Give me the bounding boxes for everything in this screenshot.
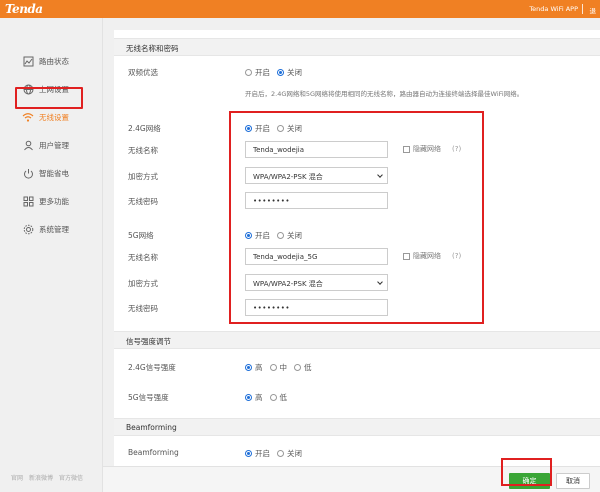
- band5-ssid-label: 无线名称: [128, 253, 158, 262]
- beamforming-radio-group: 开启 关闭: [245, 448, 306, 459]
- dual-band-hint: 开启后，2.4G网络和5G网络将使用相同的无线名称，路由器自动为连接终端选择最佳…: [245, 90, 524, 98]
- dual-band-label: 双频优选: [128, 68, 158, 77]
- band24-label: 2.4G网络: [128, 124, 161, 133]
- footer-link-weibo[interactable]: 新浪微博: [29, 473, 53, 482]
- highlight-box-wireless-settings: [229, 111, 484, 324]
- radio-label: 中: [279, 363, 288, 372]
- radio-label: 开启: [255, 68, 270, 77]
- radio-label: 高: [255, 393, 263, 402]
- band24-ssid-label: 无线名称: [128, 146, 158, 155]
- radio-label: 低: [304, 363, 312, 372]
- tenda-logo[interactable]: Tenda: [5, 2, 43, 16]
- signal24-mid-radio[interactable]: [269, 364, 277, 371]
- radio-label: 高: [255, 363, 263, 372]
- section-header-beamforming: Beamforming: [114, 418, 600, 436]
- radio-label: 低: [279, 393, 288, 402]
- sidebar-item-power-save[interactable]: 智能省电: [22, 165, 69, 181]
- signal5-high-radio[interactable]: [245, 394, 252, 401]
- sidebar-item-more[interactable]: 更多功能: [22, 193, 69, 209]
- sidebar-item-label: 智能省电: [39, 168, 69, 178]
- wifi-app-link[interactable]: Tenda WiFi APP: [529, 5, 578, 13]
- section-title: 信号强度调节: [126, 337, 171, 346]
- footer-link-wechat[interactable]: 官方微信: [59, 473, 83, 482]
- band5-label: 5G网络: [128, 231, 154, 240]
- signal5-low-radio[interactable]: [269, 394, 277, 401]
- sidebar-item-wireless[interactable]: 无线设置: [22, 109, 69, 125]
- band24-pwd-label: 无线密码: [128, 197, 158, 206]
- beamforming-label: Beamforming: [128, 448, 179, 457]
- dual-band-on-radio[interactable]: [245, 69, 252, 76]
- sidebar-item-label: 系统管理: [39, 224, 69, 234]
- dual-band-off-radio[interactable]: [277, 69, 284, 76]
- radio-label: 关闭: [287, 68, 302, 77]
- band24-enc-label: 加密方式: [128, 172, 158, 181]
- signal24-radio-group: 高 中 低: [245, 362, 316, 373]
- dual-band-radio-group: 开启 关闭: [245, 67, 306, 78]
- cancel-button[interactable]: 取消: [556, 473, 590, 489]
- section-header-signal: 信号强度调节: [114, 331, 600, 349]
- section-title: 无线名称和密码: [126, 44, 179, 53]
- footer-links: 官网 新浪微博 官方微信: [11, 473, 83, 482]
- sidebar-item-system[interactable]: 系统管理: [22, 221, 69, 237]
- radio-label: 开启: [255, 449, 270, 458]
- sidebar-item-users[interactable]: 用户管理: [22, 137, 69, 153]
- user-icon: [22, 139, 34, 151]
- grid-icon: [22, 195, 34, 207]
- footer-link-website[interactable]: 官网: [11, 473, 23, 482]
- band5-pwd-label: 无线密码: [128, 304, 158, 313]
- signal24-low-radio[interactable]: [294, 364, 301, 371]
- beamforming-off-radio[interactable]: [277, 450, 284, 457]
- signal5-radio-group: 高 低: [245, 392, 291, 403]
- section-title: Beamforming: [126, 423, 177, 432]
- sidebar-item-label: 更多功能: [39, 196, 69, 206]
- power-icon: [22, 167, 34, 179]
- highlight-box-wireless: [15, 87, 83, 109]
- logout-link[interactable]: 退: [590, 5, 597, 15]
- gear-icon: [22, 223, 34, 235]
- divider: [582, 4, 583, 14]
- sidebar-item-router-status[interactable]: 路由状态: [22, 53, 69, 69]
- top-bar: Tenda Tenda WiFi APP 退: [0, 0, 600, 18]
- chart-icon: [22, 55, 34, 67]
- wifi-icon: [22, 111, 34, 123]
- radio-label: 关闭: [287, 449, 302, 458]
- highlight-box-confirm: [501, 458, 552, 486]
- sidebar-item-label: 路由状态: [39, 56, 69, 66]
- signal24-label: 2.4G信号强度: [128, 363, 176, 372]
- sidebar-item-label: 用户管理: [39, 140, 69, 150]
- signal24-high-radio[interactable]: [245, 364, 252, 371]
- sidebar-item-label: 无线设置: [39, 112, 69, 122]
- signal5-label: 5G信号强度: [128, 393, 169, 402]
- beamforming-on-radio[interactable]: [245, 450, 252, 457]
- band5-enc-label: 加密方式: [128, 279, 158, 288]
- section-header-wireless-name: 无线名称和密码: [114, 38, 600, 56]
